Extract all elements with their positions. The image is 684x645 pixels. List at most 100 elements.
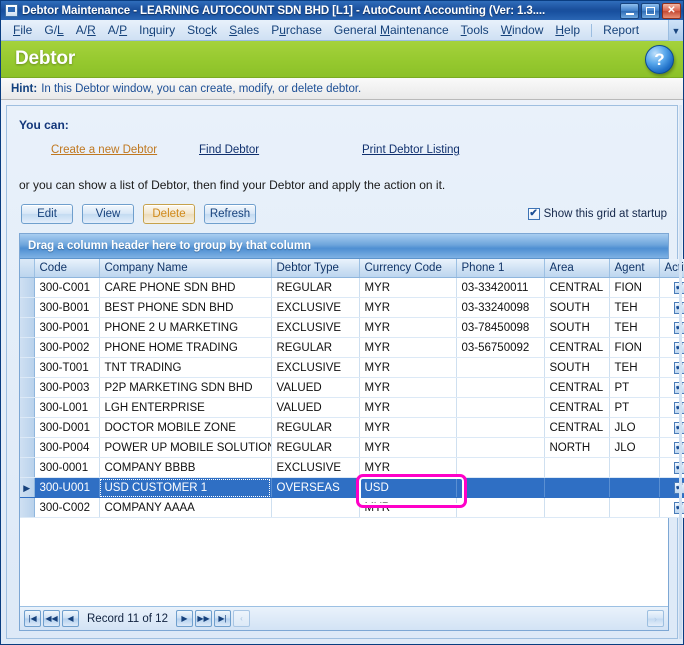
menu-item-window[interactable]: Window bbox=[495, 21, 550, 39]
cell-agent[interactable]: JLO bbox=[609, 417, 660, 438]
edit-button[interactable]: Edit bbox=[21, 204, 73, 224]
cell-code[interactable]: 300-D001 bbox=[34, 417, 100, 438]
row-indicator[interactable] bbox=[20, 377, 35, 398]
previous-record-button[interactable]: ◀ bbox=[62, 610, 79, 627]
cell-area[interactable]: SOUTH bbox=[544, 297, 610, 318]
menu-item-inquiry[interactable]: Inquiry bbox=[133, 21, 181, 39]
row-indicator[interactable]: ▶ bbox=[20, 477, 35, 498]
cell-debtor-type[interactable]: REGULAR bbox=[271, 337, 360, 358]
cell-currency-code[interactable]: MYR bbox=[359, 417, 457, 438]
cell-area[interactable]: CENTRAL bbox=[544, 277, 610, 298]
row-indicator[interactable] bbox=[20, 497, 35, 518]
previous-page-button[interactable]: ◀◀ bbox=[43, 610, 60, 627]
row-indicator[interactable] bbox=[20, 457, 35, 478]
cell-currency-code[interactable]: USD bbox=[359, 477, 457, 498]
next-record-button[interactable]: ▶ bbox=[175, 610, 193, 627]
cell-code[interactable]: 300-P003 bbox=[34, 377, 100, 398]
cell-currency-code[interactable]: MYR bbox=[359, 297, 457, 318]
row-indicator[interactable] bbox=[20, 397, 35, 418]
delete-button[interactable]: Delete bbox=[143, 204, 195, 224]
menu-item-help[interactable]: Help bbox=[549, 21, 586, 39]
cell-agent[interactable]: TEH bbox=[609, 297, 660, 318]
cell-company-name[interactable]: BEST PHONE SDN BHD bbox=[99, 297, 272, 318]
menu-item-ar[interactable]: A/R bbox=[70, 21, 102, 39]
cell-area[interactable]: CENTRAL bbox=[544, 377, 610, 398]
cell-agent[interactable]: PT bbox=[609, 397, 660, 418]
cell-debtor-type[interactable]: VALUED bbox=[271, 397, 360, 418]
menu-item-general-maintenance[interactable]: General Maintenance bbox=[328, 21, 455, 39]
column-header-currency-code[interactable]: Currency Code bbox=[359, 259, 457, 278]
table-row[interactable]: 300-P004 POWER UP MOBILE SOLUTION REGULAR M… bbox=[20, 437, 684, 458]
table-row[interactable]: 300-D001 DOCTOR MOBILE ZONE REGULAR MYR CENT… bbox=[20, 417, 684, 438]
cell-currency-code[interactable]: MYR bbox=[359, 377, 457, 398]
cell-company-name[interactable]: TNT TRADING bbox=[99, 357, 272, 378]
cell-code[interactable]: 300-C001 bbox=[34, 277, 100, 298]
cell-debtor-type[interactable]: EXCLUSIVE bbox=[271, 457, 360, 478]
cell-debtor-type[interactable]: EXCLUSIVE bbox=[271, 297, 360, 318]
cell-company-name[interactable]: COMPANY BBBB bbox=[99, 457, 272, 478]
cell-code[interactable]: 300-P004 bbox=[34, 437, 100, 458]
cell-agent[interactable] bbox=[609, 497, 660, 518]
menu-item-ap[interactable]: A/P bbox=[102, 21, 133, 39]
cell-company-name[interactable]: DOCTOR MOBILE ZONE bbox=[99, 417, 272, 438]
cell-currency-code[interactable]: MYR bbox=[359, 317, 457, 338]
menu-item-report[interactable]: Report bbox=[597, 21, 645, 39]
cell-area[interactable]: SOUTH bbox=[544, 317, 610, 338]
row-indicator[interactable] bbox=[20, 297, 35, 318]
maximize-button[interactable] bbox=[641, 2, 660, 19]
cell-agent[interactable] bbox=[609, 477, 660, 498]
menu-item-tools[interactable]: Tools bbox=[455, 21, 495, 39]
cell-area[interactable] bbox=[544, 457, 610, 478]
table-row[interactable]: 300-C002COMPANY AAAAMYR✔ bbox=[20, 497, 684, 518]
cell-company-name[interactable]: USD CUSTOMER 1 bbox=[99, 477, 272, 498]
column-header-code[interactable]: Code bbox=[34, 259, 100, 278]
cell-currency-code[interactable]: MYR bbox=[359, 277, 457, 298]
column-header-company-name[interactable]: Company Name bbox=[99, 259, 272, 278]
group-panel[interactable]: Drag a column header here to group by th… bbox=[20, 234, 668, 259]
cell-company-name[interactable]: LGH ENTERPRISE bbox=[99, 397, 272, 418]
cell-currency-code[interactable]: MYR bbox=[359, 497, 457, 518]
last-record-button[interactable]: ▶| bbox=[213, 610, 231, 627]
cell-phone-1[interactable] bbox=[456, 437, 545, 458]
cell-debtor-type[interactable]: REGULAR bbox=[271, 277, 360, 298]
view-button[interactable]: View bbox=[82, 204, 134, 224]
cell-code[interactable]: 300-T001 bbox=[34, 357, 100, 378]
column-header-phone-1[interactable]: Phone 1 bbox=[456, 259, 545, 278]
menu-item-purchase[interactable]: Purchase bbox=[265, 21, 328, 39]
row-indicator[interactable] bbox=[20, 317, 35, 338]
cell-area[interactable]: CENTRAL bbox=[544, 397, 610, 418]
cell-agent[interactable]: TEH bbox=[609, 317, 660, 338]
cell-code[interactable]: 300-P002 bbox=[34, 337, 100, 358]
print-debtor-listing-link[interactable]: Print Debtor Listing bbox=[362, 144, 460, 156]
column-header-agent[interactable]: Agent bbox=[609, 259, 660, 278]
cell-agent[interactable]: JLO bbox=[609, 437, 660, 458]
collapse-navigator-button[interactable]: ‹ bbox=[232, 610, 250, 627]
cell-area[interactable] bbox=[544, 477, 610, 498]
table-row[interactable]: 300-L001 LGH ENTERPRISE VALUED MYR CENTRAL PT… bbox=[20, 397, 684, 418]
cell-phone-1[interactable] bbox=[456, 497, 545, 518]
cell-company-name[interactable]: COMPANY AAAA bbox=[99, 497, 272, 518]
column-header-debtor-type[interactable]: Debtor Type bbox=[271, 259, 360, 278]
cell-code[interactable]: 300-0001 bbox=[34, 457, 100, 478]
next-page-button[interactable]: ▶▶ bbox=[194, 610, 212, 627]
row-indicator[interactable] bbox=[20, 357, 35, 378]
menu-item-file[interactable]: File bbox=[7, 21, 38, 39]
cell-phone-1[interactable] bbox=[456, 417, 545, 438]
cell-phone-1[interactable] bbox=[456, 357, 545, 378]
cell-debtor-type[interactable] bbox=[271, 497, 360, 518]
cell-area[interactable]: NORTH bbox=[544, 437, 610, 458]
cell-agent[interactable]: TEH bbox=[609, 357, 660, 378]
chevron-down-icon[interactable]: ▼ bbox=[668, 20, 683, 41]
row-indicator[interactable] bbox=[20, 437, 35, 458]
cell-agent[interactable]: FION bbox=[609, 277, 660, 298]
cell-code[interactable]: 300-U001 bbox=[34, 477, 100, 498]
cell-company-name[interactable]: CARE PHONE SDN BHD bbox=[99, 277, 272, 298]
cell-area[interactable]: CENTRAL bbox=[544, 337, 610, 358]
cell-area[interactable]: SOUTH bbox=[544, 357, 610, 378]
row-indicator[interactable] bbox=[20, 417, 35, 438]
cell-debtor-type[interactable]: REGULAR bbox=[271, 437, 360, 458]
cell-currency-code[interactable]: MYR bbox=[359, 457, 457, 478]
table-row[interactable]: 300-C001 CARE PHONE SDN BHD REGULAR MYR 03-3… bbox=[20, 277, 684, 298]
find-debtor-link[interactable]: Find Debtor bbox=[199, 144, 362, 156]
cell-currency-code[interactable]: MYR bbox=[359, 437, 457, 458]
